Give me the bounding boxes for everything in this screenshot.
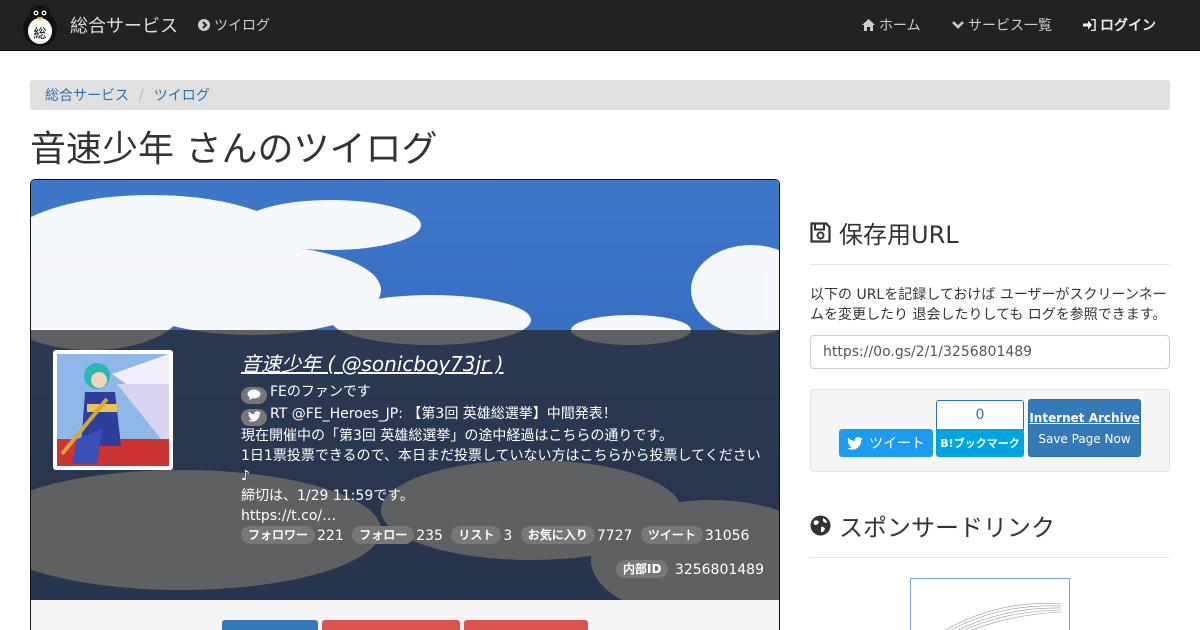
divider bbox=[810, 264, 1170, 265]
sponsored-ad[interactable] bbox=[910, 578, 1070, 630]
save-url-input[interactable] bbox=[810, 335, 1170, 369]
chevron-down-icon bbox=[952, 21, 964, 29]
ia-subtitle: Save Page Now bbox=[1038, 432, 1131, 446]
stat-badge-favorites: お気に入り bbox=[520, 526, 595, 544]
stat-badge-tweets: ツイート bbox=[640, 526, 703, 544]
latest-tweet-line-1: 現在開催中の「第3回 英雄総選挙」の途中経過はこちらの通りです。 bbox=[241, 428, 673, 444]
navbar: 総 総合サービス ツイログ ホーム サービス一覧 ログイン bbox=[0, 0, 1200, 51]
nav-login-label: ログイン bbox=[1100, 18, 1156, 34]
svg-text:総: 総 bbox=[33, 27, 46, 42]
comment-icon bbox=[241, 387, 267, 404]
nav-twilog-label: ツイログ bbox=[214, 18, 270, 34]
stat-badge-lists: リスト bbox=[451, 526, 502, 544]
card-action-button-2[interactable] bbox=[322, 620, 460, 630]
share-buttons: ツイート 0 B!ブックマーク Internet Archive Save Pa… bbox=[810, 389, 1170, 472]
nav-home[interactable]: ホーム bbox=[862, 0, 921, 50]
nav-twilog[interactable]: ツイログ bbox=[198, 0, 270, 50]
nav-home-label: ホーム bbox=[879, 18, 921, 34]
hatena-bookmark-count: 0 bbox=[936, 400, 1024, 430]
latest-tweet-link[interactable]: https://t.co/… bbox=[241, 506, 766, 526]
stat-badge-following: フォロー bbox=[352, 526, 415, 544]
sponsored-heading-text: スポンサードリンク bbox=[839, 514, 1055, 542]
latest-tweet-line-2: 1日1票投票できるので、本日まだ投票していない方はこちらから投票してください♪ bbox=[241, 448, 761, 484]
card-action-button-1[interactable] bbox=[222, 620, 318, 630]
internal-id-value: 3256801489 bbox=[674, 562, 764, 578]
breadcrumb-twilog[interactable]: ツイログ bbox=[154, 85, 210, 105]
profile-card: 音速少年 ( @sonicboy73jr ) FEのファンです RT @FE_H… bbox=[30, 179, 780, 630]
internal-id: 内部ID 3256801489 bbox=[616, 560, 764, 578]
page-title: 音速少年 さんのツイログ bbox=[30, 129, 438, 170]
ad-image bbox=[945, 603, 1062, 630]
stat-value-lists: 3 bbox=[503, 528, 513, 544]
chevron-circle-right-icon bbox=[198, 19, 210, 31]
brand-text: 総合サービス bbox=[70, 16, 178, 37]
breadcrumb-separator: / bbox=[139, 87, 144, 103]
nav-services[interactable]: サービス一覧 bbox=[952, 0, 1052, 50]
stat-value-followers: 221 bbox=[317, 528, 344, 544]
twitter-bird-icon bbox=[241, 409, 267, 426]
avatar-image bbox=[57, 354, 169, 466]
sign-in-icon bbox=[1083, 19, 1096, 31]
save-url-heading: 保存用URL bbox=[810, 215, 959, 250]
stat-value-tweets: 31056 bbox=[704, 528, 750, 544]
brand-link[interactable]: 総 総合サービス bbox=[20, 3, 178, 47]
tweet-button[interactable]: ツイート bbox=[839, 429, 933, 457]
sponsored-heading: スポンサードリンク bbox=[810, 508, 1055, 543]
nav-services-label: サービス一覧 bbox=[968, 18, 1052, 34]
latest-tweet-head: RT @FE_Heroes_JP: 【第3回 英雄総選挙】中間発表！ bbox=[270, 406, 617, 422]
profile-stats: フォロワー 221 フォロー 235 リスト 3 お気に入り 7727 ツイート 3105… bbox=[241, 526, 766, 546]
internet-archive-button[interactable]: Internet Archive Save Page Now bbox=[1028, 399, 1141, 457]
save-url-heading-text: 保存用URL bbox=[839, 221, 959, 249]
penguin-logo-icon: 総 bbox=[23, 5, 57, 46]
divider bbox=[810, 557, 1170, 558]
breadcrumb-home[interactable]: 総合サービス bbox=[45, 85, 129, 105]
profile-bio: FEのファンです bbox=[270, 384, 371, 400]
avatar[interactable] bbox=[53, 350, 173, 470]
stat-value-favorites: 7727 bbox=[596, 528, 633, 544]
globe-icon bbox=[810, 515, 831, 536]
tweet-button-label: ツイート bbox=[869, 436, 925, 452]
floppy-disk-icon bbox=[810, 222, 831, 243]
internal-id-badge: 内部ID bbox=[616, 560, 669, 578]
ia-title: Internet Archive bbox=[1029, 411, 1140, 425]
profile-name-link[interactable]: 音速少年 ( @sonicboy73jr ) bbox=[241, 350, 766, 378]
breadcrumb: 総合サービス / ツイログ bbox=[30, 80, 1170, 110]
stat-value-following: 235 bbox=[416, 528, 443, 544]
twitter-bird-icon bbox=[847, 436, 863, 450]
card-action-button-3[interactable] bbox=[464, 620, 588, 630]
save-url-description: 以下の URLを記録しておけば ユーザーがスクリーンネームを変更したり 退会した… bbox=[810, 287, 1167, 323]
stat-badge-followers: フォロワー bbox=[241, 526, 316, 544]
hatena-bookmark-button[interactable]: B!ブックマーク bbox=[936, 429, 1024, 457]
nav-login[interactable]: ログイン bbox=[1083, 0, 1156, 50]
home-icon bbox=[862, 19, 875, 31]
profile-info: 音速少年 ( @sonicboy73jr ) FEのファンです RT @FE_H… bbox=[241, 350, 766, 546]
latest-tweet-line-3: 締切は、1/29 11:59です。 bbox=[241, 488, 414, 504]
